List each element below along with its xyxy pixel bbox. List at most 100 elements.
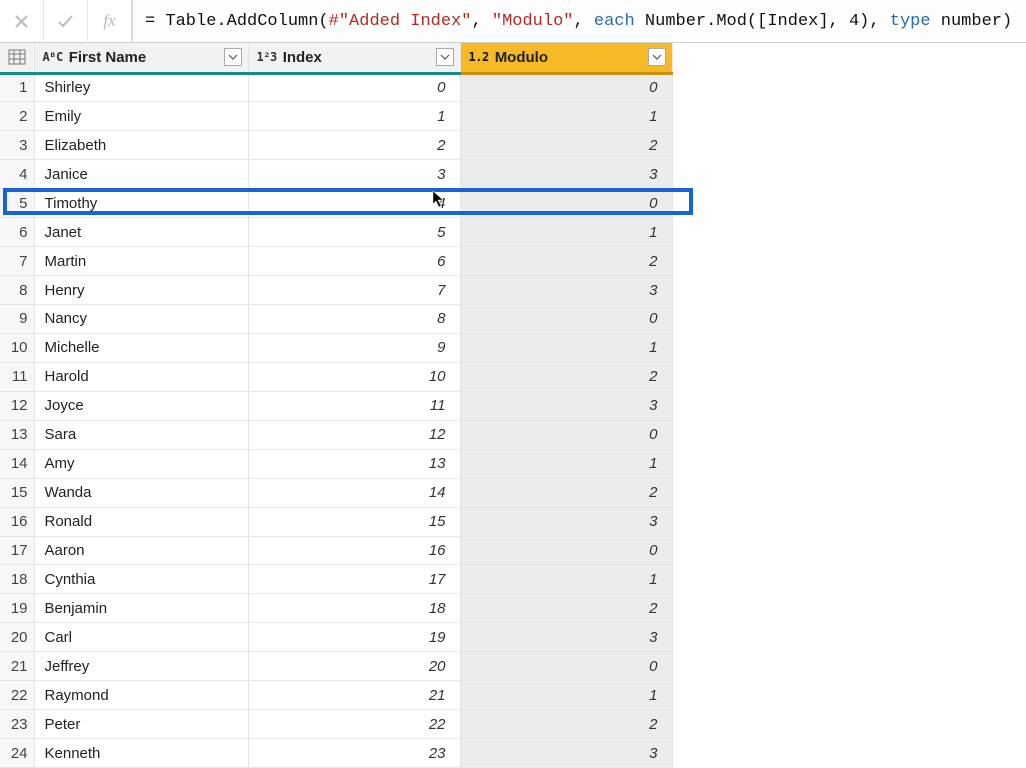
column-header-modulo[interactable]: 1.2 Modulo	[460, 43, 672, 73]
table-row[interactable]: 1Shirley00	[0, 73, 672, 102]
table-row[interactable]: 20Carl193	[0, 623, 672, 652]
cell-index[interactable]: 16	[248, 536, 460, 565]
cell-index[interactable]: 8	[248, 305, 460, 334]
cell-index[interactable]: 13	[248, 449, 460, 478]
row-number[interactable]: 11	[0, 362, 34, 391]
cell-modulo[interactable]: 1	[460, 565, 672, 594]
row-number[interactable]: 20	[0, 623, 34, 652]
row-number[interactable]: 23	[0, 710, 34, 739]
cell-index[interactable]: 21	[248, 681, 460, 710]
cell-index[interactable]: 19	[248, 623, 460, 652]
cell-modulo[interactable]: 3	[460, 160, 672, 189]
cell-index[interactable]: 17	[248, 565, 460, 594]
row-number[interactable]: 21	[0, 652, 34, 681]
cell-first-name[interactable]: Henry	[34, 276, 248, 305]
table-row[interactable]: 16Ronald153	[0, 507, 672, 536]
row-number[interactable]: 13	[0, 420, 34, 449]
table-row[interactable]: 12Joyce113	[0, 391, 672, 420]
table-row[interactable]: 3Elizabeth22	[0, 131, 672, 160]
cell-modulo[interactable]: 0	[460, 536, 672, 565]
cell-first-name[interactable]: Ronald	[34, 507, 248, 536]
cell-index[interactable]: 1	[248, 102, 460, 131]
cell-first-name[interactable]: Wanda	[34, 478, 248, 507]
cell-index[interactable]: 15	[248, 507, 460, 536]
cell-first-name[interactable]: Kenneth	[34, 739, 248, 768]
cell-modulo[interactable]: 1	[460, 218, 672, 247]
cell-first-name[interactable]: Elizabeth	[34, 131, 248, 160]
formula-confirm-button[interactable]	[44, 0, 88, 43]
cell-modulo[interactable]: 3	[460, 739, 672, 768]
cell-index[interactable]: 9	[248, 333, 460, 362]
cell-index[interactable]: 18	[248, 594, 460, 623]
formula-cancel-button[interactable]	[0, 0, 44, 43]
row-number[interactable]: 8	[0, 276, 34, 305]
cell-index[interactable]: 7	[248, 276, 460, 305]
table-row[interactable]: 15Wanda142	[0, 478, 672, 507]
cell-modulo[interactable]: 1	[460, 102, 672, 131]
row-number[interactable]: 6	[0, 218, 34, 247]
cell-first-name[interactable]: Harold	[34, 362, 248, 391]
cell-first-name[interactable]: Joyce	[34, 391, 248, 420]
cell-modulo[interactable]: 1	[460, 333, 672, 362]
cell-first-name[interactable]: Janice	[34, 160, 248, 189]
cell-modulo[interactable]: 2	[460, 247, 672, 276]
row-number[interactable]: 19	[0, 594, 34, 623]
cell-index[interactable]: 2	[248, 131, 460, 160]
row-number[interactable]: 16	[0, 507, 34, 536]
table-row[interactable]: 17Aaron160	[0, 536, 672, 565]
row-number[interactable]: 7	[0, 247, 34, 276]
cell-index[interactable]: 3	[248, 160, 460, 189]
row-number[interactable]: 24	[0, 739, 34, 768]
cell-index[interactable]: 4	[248, 189, 460, 218]
cell-first-name[interactable]: Benjamin	[34, 594, 248, 623]
cell-first-name[interactable]: Aaron	[34, 536, 248, 565]
cell-modulo[interactable]: 1	[460, 449, 672, 478]
cell-modulo[interactable]: 0	[460, 189, 672, 218]
cell-first-name[interactable]: Janet	[34, 218, 248, 247]
row-number[interactable]: 3	[0, 131, 34, 160]
table-row[interactable]: 14Amy131	[0, 449, 672, 478]
cell-modulo[interactable]: 3	[460, 391, 672, 420]
cell-first-name[interactable]: Michelle	[34, 333, 248, 362]
cell-index[interactable]: 10	[248, 362, 460, 391]
table-row[interactable]: 21Jeffrey200	[0, 652, 672, 681]
cell-modulo[interactable]: 0	[460, 305, 672, 334]
cell-first-name[interactable]: Cynthia	[34, 565, 248, 594]
cell-modulo[interactable]: 1	[460, 681, 672, 710]
cell-first-name[interactable]: Carl	[34, 623, 248, 652]
cell-modulo[interactable]: 0	[460, 652, 672, 681]
table-row[interactable]: 4Janice33	[0, 160, 672, 189]
table-corner[interactable]	[0, 43, 34, 73]
formula-input[interactable]: = Table.AddColumn(#"Added Index", "Modul…	[132, 0, 1026, 42]
cell-modulo[interactable]: 2	[460, 478, 672, 507]
column-header-first-name[interactable]: AᴮC First Name	[34, 43, 248, 73]
filter-button[interactable]	[648, 48, 666, 66]
cell-modulo[interactable]: 2	[460, 710, 672, 739]
row-number[interactable]: 9	[0, 305, 34, 334]
row-number[interactable]: 4	[0, 160, 34, 189]
row-number[interactable]: 2	[0, 102, 34, 131]
cell-first-name[interactable]: Nancy	[34, 305, 248, 334]
table-row[interactable]: 5Timothy40	[0, 189, 672, 218]
table-row[interactable]: 22Raymond211	[0, 681, 672, 710]
cell-first-name[interactable]: Shirley	[34, 73, 248, 102]
row-number[interactable]: 22	[0, 681, 34, 710]
row-number[interactable]: 15	[0, 478, 34, 507]
cell-modulo[interactable]: 0	[460, 420, 672, 449]
cell-index[interactable]: 5	[248, 218, 460, 247]
row-number[interactable]: 14	[0, 449, 34, 478]
row-number[interactable]: 18	[0, 565, 34, 594]
table-row[interactable]: 13Sara120	[0, 420, 672, 449]
table-row[interactable]: 23Peter222	[0, 710, 672, 739]
cell-modulo[interactable]: 0	[460, 73, 672, 102]
cell-index[interactable]: 12	[248, 420, 460, 449]
cell-modulo[interactable]: 3	[460, 623, 672, 652]
filter-button[interactable]	[224, 48, 242, 66]
table-row[interactable]: 8Henry73	[0, 276, 672, 305]
table-row[interactable]: 9Nancy80	[0, 305, 672, 334]
row-number[interactable]: 12	[0, 391, 34, 420]
row-number[interactable]: 5	[0, 189, 34, 218]
cell-index[interactable]: 23	[248, 739, 460, 768]
cell-first-name[interactable]: Timothy	[34, 189, 248, 218]
column-header-index[interactable]: 1²3 Index	[248, 43, 460, 73]
